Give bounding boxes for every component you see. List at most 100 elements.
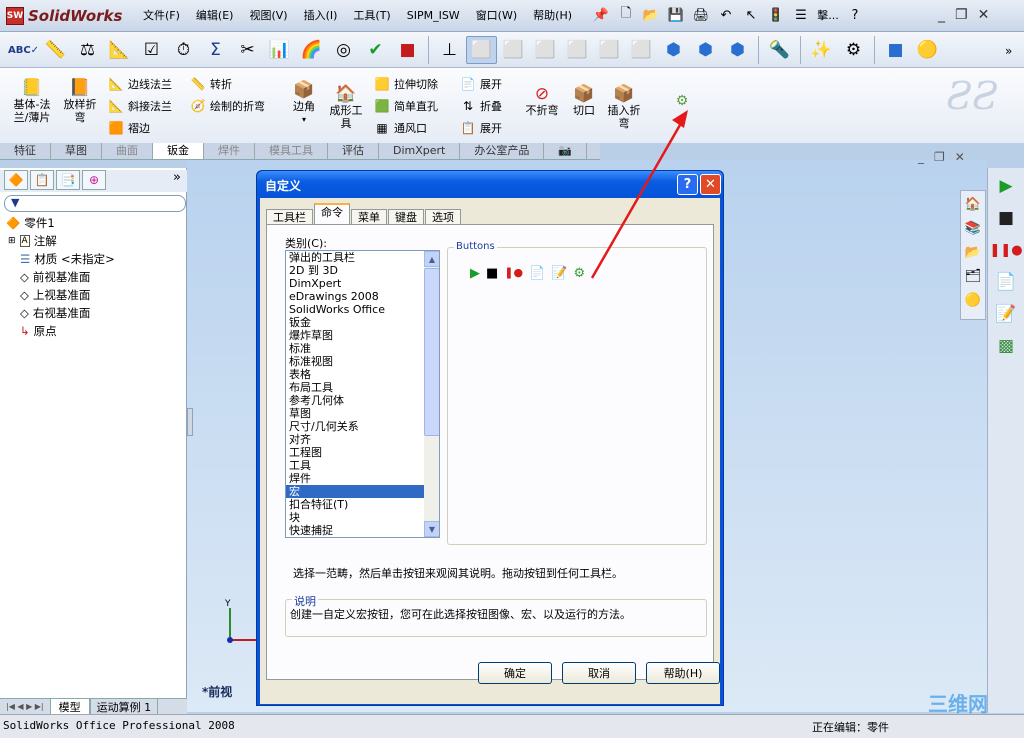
category-item[interactable]: 草图 bbox=[286, 407, 439, 420]
select-icon[interactable]: ↖ bbox=[740, 4, 762, 26]
category-item[interactable]: DimXpert bbox=[286, 277, 439, 290]
measure-icon[interactable]: 📏 bbox=[40, 36, 71, 64]
tab-dimxpert[interactable]: DimXpert bbox=[379, 143, 461, 159]
tree-item-front-plane[interactable]: ◇ 前视基准面 bbox=[6, 268, 115, 286]
category-item[interactable]: 快速捕捉 bbox=[286, 524, 439, 537]
corner-dropdown-icon[interactable]: ▾ bbox=[302, 113, 306, 126]
extruded-cut-button[interactable]: 🟨 拉伸切除 bbox=[374, 73, 438, 95]
tree-item-right-plane[interactable]: ◇ 右视基准面 bbox=[6, 304, 115, 322]
flatten-button[interactable]: 📋 展开 bbox=[460, 117, 502, 139]
record-macro-icon[interactable]: ❚● bbox=[504, 266, 523, 281]
toolbar-overflow-icon[interactable]: » bbox=[1005, 44, 1012, 58]
tab-weldments[interactable]: 焊件 bbox=[204, 143, 255, 159]
dimxpert-manager-tab-icon[interactable]: ⊕ bbox=[82, 170, 106, 190]
record-macro-icon[interactable]: ❚❚● bbox=[989, 236, 1022, 264]
category-item[interactable]: SolidWorks Office bbox=[286, 303, 439, 316]
new-macro-icon[interactable]: 📄 bbox=[992, 268, 1020, 296]
graphics-close-icon[interactable]: ✕ bbox=[955, 150, 965, 164]
box-icon[interactable]: ■ bbox=[880, 36, 911, 64]
quick-more[interactable]: 擊... bbox=[815, 4, 841, 26]
menu-edit[interactable]: 编辑(E) bbox=[189, 9, 241, 23]
menu-view[interactable]: 视图(V) bbox=[242, 9, 294, 23]
category-item[interactable]: 工程图 bbox=[286, 446, 439, 459]
category-item[interactable]: 参考几何体 bbox=[286, 394, 439, 407]
fold-button[interactable]: ⇅ 折叠 bbox=[460, 95, 502, 117]
camera-icon[interactable]: ✨ bbox=[806, 36, 837, 64]
lofted-bend-button[interactable]: 📙 放样折 弯 bbox=[58, 78, 102, 124]
tab-surfaces[interactable]: 曲面 bbox=[102, 143, 153, 159]
run-macro-icon[interactable]: ▶ bbox=[470, 266, 480, 281]
scroll-thumb[interactable] bbox=[424, 268, 439, 436]
view-right-icon[interactable]: ⬜ bbox=[562, 36, 593, 64]
tree-item-material[interactable]: ☰ 材质 <未指定> bbox=[6, 250, 115, 268]
color-icon[interactable]: ■ bbox=[392, 36, 423, 64]
design-library-icon[interactable]: 📚 bbox=[962, 217, 984, 239]
feature-manager-tab-icon[interactable]: 🔶 bbox=[4, 170, 28, 190]
section-properties-icon[interactable]: 📐 bbox=[104, 36, 135, 64]
category-item[interactable]: 2D 到 3D bbox=[286, 264, 439, 277]
spreadsheet-icon[interactable]: 📊 bbox=[264, 36, 295, 64]
tab-mold-tools[interactable]: 模具工具 bbox=[255, 143, 328, 159]
tab-sheetmetal[interactable]: 钣金 bbox=[153, 143, 204, 159]
tree-item-origin[interactable]: ↳ 原点 bbox=[6, 322, 115, 340]
resources-icon[interactable]: 🏠 bbox=[962, 193, 984, 215]
unfold-button[interactable]: 📄 展开 bbox=[460, 73, 502, 95]
category-item[interactable]: 钣金 bbox=[286, 316, 439, 329]
hem-button[interactable]: 🟧 褶边 bbox=[108, 117, 172, 139]
tab-evaluate[interactable]: 评估 bbox=[328, 143, 379, 159]
panel-splitter-handle[interactable] bbox=[187, 408, 193, 436]
tree-filter-input[interactable]: ▼ bbox=[4, 195, 186, 212]
category-item[interactable]: 焊件 bbox=[286, 472, 439, 485]
category-item[interactable]: 块 bbox=[286, 511, 439, 524]
miter-flange-button[interactable]: 📐 斜接法兰 bbox=[108, 95, 172, 117]
save-icon[interactable]: 💾 bbox=[665, 4, 687, 26]
run-macro-icon[interactable]: ▶ bbox=[992, 172, 1020, 200]
restore-icon[interactable]: ❐ bbox=[955, 7, 968, 23]
base-flange-button[interactable]: 📒 基体-法 兰/薄片 bbox=[8, 78, 56, 124]
no-bends-button[interactable]: ⊘ 不折弯 bbox=[520, 84, 564, 117]
sketched-bend-button[interactable]: 🧭 绘制的折弯 bbox=[190, 95, 265, 117]
view-trimetric-icon[interactable]: ⬢ bbox=[690, 36, 721, 64]
cancel-button[interactable]: 取消 bbox=[562, 662, 636, 684]
tab-model[interactable]: 模型 bbox=[49, 697, 90, 716]
edit-macro-icon[interactable]: 📝 bbox=[992, 300, 1020, 328]
app-logo[interactable]: SW SolidWorks bbox=[6, 6, 122, 26]
category-item[interactable]: 弹出的工具栏 bbox=[286, 251, 439, 264]
tab-sketch[interactable]: 草图 bbox=[51, 143, 102, 159]
statistics-icon[interactable]: ✂ bbox=[232, 36, 263, 64]
jog-button[interactable]: 📏 转折 bbox=[190, 73, 265, 95]
category-item[interactable]: 扣合特征(T) bbox=[286, 498, 439, 511]
appearance-icon[interactable]: 🟡 bbox=[912, 36, 943, 64]
normal-to-icon[interactable]: ⊥ bbox=[434, 36, 465, 64]
menu-tools[interactable]: 工具(T) bbox=[346, 9, 397, 23]
category-list[interactable]: 弹出的工具栏 2D 到 3D DimXpert eDrawings 2008 Solid… bbox=[285, 250, 440, 538]
graphics-restore-icon[interactable]: ❐ bbox=[934, 150, 945, 164]
config-manager-tab-icon[interactable]: 📑 bbox=[56, 170, 80, 190]
vent-button[interactable]: ▦ 通风口 bbox=[374, 117, 438, 139]
panel-expand-icon[interactable]: » bbox=[173, 170, 181, 192]
menu-help[interactable]: 帮助(H) bbox=[526, 9, 579, 23]
view-left-icon[interactable]: ⬜ bbox=[530, 36, 561, 64]
performance-icon[interactable]: ⏱ bbox=[168, 36, 199, 64]
rebuild-icon[interactable]: 🚦 bbox=[765, 4, 787, 26]
settings-icon[interactable]: ⚙ bbox=[838, 36, 869, 64]
tab-commands[interactable]: 命令 bbox=[314, 203, 350, 224]
view-back-icon[interactable]: ⬜ bbox=[498, 36, 529, 64]
ok-check-icon[interactable]: ✔ bbox=[360, 36, 391, 64]
simple-hole-button[interactable]: 🟩 简单直孔 bbox=[374, 95, 438, 117]
expand-icon[interactable]: ⊞ bbox=[8, 236, 16, 246]
edge-flange-button[interactable]: 📐 边线法兰 bbox=[108, 73, 172, 95]
category-item[interactable]: 工具 bbox=[286, 459, 439, 472]
mass-properties-icon[interactable]: ⚖ bbox=[72, 36, 103, 64]
tab-features[interactable]: 特征 bbox=[0, 143, 51, 159]
new-macro-icon[interactable]: 📄 bbox=[529, 266, 545, 281]
tab-office-products[interactable]: 办公室产品 bbox=[460, 143, 545, 159]
tab-nav-arrows-icon[interactable]: |◀ ◀ ▶ ▶| bbox=[0, 702, 50, 711]
stop-macro-icon[interactable]: ■ bbox=[486, 266, 498, 281]
menu-sipm[interactable]: SIPM_ISW bbox=[400, 9, 467, 23]
tree-item-top-plane[interactable]: ◇ 上视基准面 bbox=[6, 286, 115, 304]
category-item[interactable]: 尺寸/几何关系 bbox=[286, 420, 439, 433]
zebra-icon[interactable]: ◎ bbox=[328, 36, 359, 64]
file-explorer-icon[interactable]: 📂 bbox=[962, 241, 984, 263]
view-front-icon[interactable]: ⬜ bbox=[466, 36, 497, 64]
